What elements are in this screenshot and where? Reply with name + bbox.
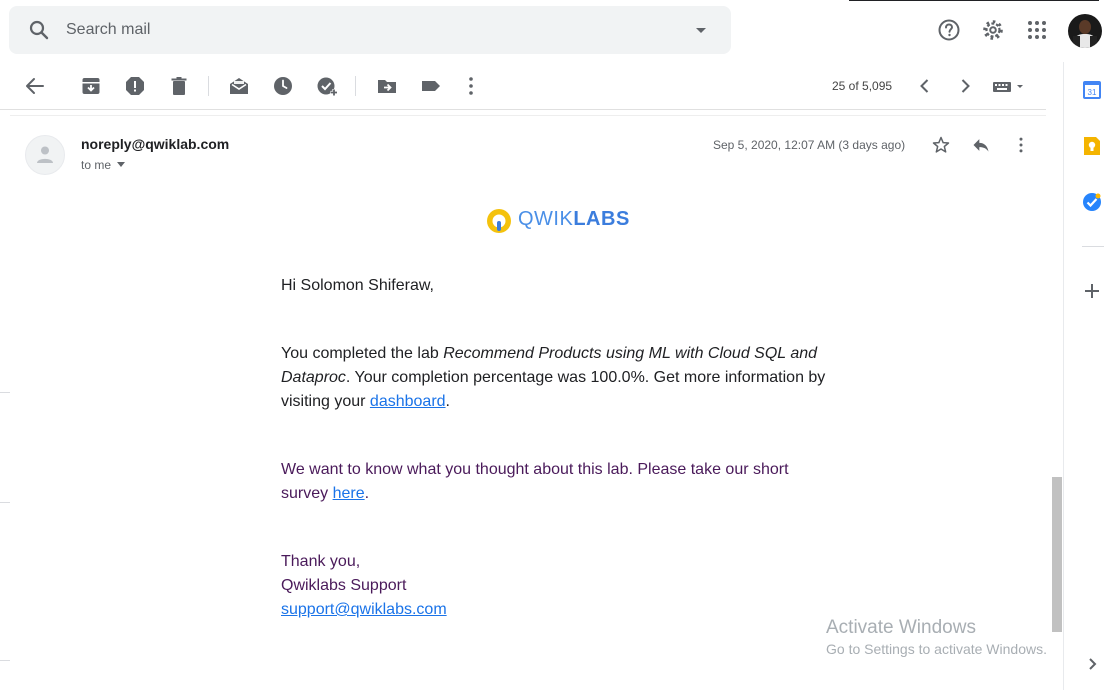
settings-icon[interactable] (981, 18, 1005, 42)
side-panel: 31 (1063, 62, 1116, 690)
message-page-count: 25 of 5,095 (832, 79, 893, 93)
logo-prefix: QWIK (518, 208, 574, 230)
greeting: Hi Solomon Shiferaw, (281, 277, 434, 294)
star-icon[interactable] (931, 135, 951, 155)
newer-chevron-icon[interactable] (913, 74, 937, 98)
add-to-tasks-icon[interactable] (315, 74, 339, 98)
more-vert-icon[interactable] (459, 74, 483, 98)
vertical-scrollbar[interactable] (1052, 477, 1062, 632)
toolbar-divider (355, 76, 356, 96)
snooze-icon[interactable] (271, 74, 295, 98)
calendar-day: 31 (1088, 88, 1097, 97)
message-toolbar: 25 of 5,095 (0, 62, 1046, 110)
older-chevron-icon[interactable] (953, 74, 977, 98)
expand-panel-icon[interactable] (1082, 654, 1102, 674)
p1-end: . (445, 393, 450, 410)
calendar-icon[interactable]: 31 (1082, 80, 1102, 100)
report-spam-icon[interactable] (123, 74, 147, 98)
back-arrow-icon[interactable] (23, 74, 47, 98)
qwiklabs-logo: QWIKLABS (485, 205, 630, 235)
qwiklabs-logo-mark (487, 209, 511, 233)
left-edge-mark (0, 392, 10, 393)
keep-icon[interactable] (1082, 136, 1102, 156)
dashboard-link[interactable]: dashboard (370, 393, 446, 410)
sender-email[interactable]: noreply@qwiklab.com (81, 136, 229, 152)
p2-text: survey (281, 485, 333, 502)
message-more-icon[interactable] (1011, 135, 1031, 155)
recipient-label: to me (81, 158, 112, 172)
p1-text: visiting your (281, 393, 370, 410)
lab-name-line1: Recommend Products using ML with Cloud S… (443, 345, 818, 362)
archive-icon[interactable] (79, 74, 103, 98)
tasks-icon[interactable] (1082, 192, 1102, 212)
logo-suffix: LABS (573, 208, 630, 230)
side-panel-divider (1082, 246, 1104, 247)
signoff-name: Qwiklabs Support (281, 577, 407, 594)
activate-windows-title: Activate Windows (826, 617, 976, 638)
activate-windows-subtitle: Go to Settings to activate Windows. (826, 641, 1047, 657)
apps-grid-icon[interactable] (1025, 18, 1049, 42)
account-avatar[interactable] (1068, 14, 1102, 48)
move-to-icon[interactable] (375, 74, 399, 98)
signoff: Thank you, Qwiklabs Support support@qwik… (281, 550, 447, 622)
search-options-icon[interactable] (695, 25, 707, 37)
search-input[interactable]: Search mail (66, 21, 150, 39)
left-edge-mark (0, 502, 10, 503)
p1-text: . Your completion percentage was 100.0%.… (345, 369, 826, 386)
window-edge-line (849, 0, 1099, 1)
add-addon-icon[interactable] (1082, 281, 1102, 301)
mark-unread-icon[interactable] (227, 74, 251, 98)
avatar-face (1079, 20, 1091, 34)
toolbar-bottom-divider (10, 115, 1046, 116)
show-details-icon[interactable] (117, 162, 126, 167)
support-email-link[interactable]: support@qwiklabs.com (281, 601, 447, 618)
p2-text: We want to know what you thought about t… (281, 461, 789, 478)
delete-icon[interactable] (167, 74, 191, 98)
survey-link[interactable]: here (333, 485, 365, 502)
avatar-jacket (1073, 36, 1097, 48)
person-icon (37, 146, 53, 163)
help-icon[interactable] (937, 18, 961, 42)
survey-paragraph: We want to know what you thought about t… (281, 458, 841, 506)
reply-icon[interactable] (971, 135, 991, 155)
left-edge-mark (0, 660, 10, 661)
qwiklabs-logo-text: QWIKLABS (518, 208, 630, 231)
p2-end: . (364, 485, 370, 502)
lab-name-line2: Dataproc (281, 369, 346, 386)
search-icon[interactable] (27, 18, 51, 42)
top-bar: Search mail (0, 0, 1116, 62)
p1-text: You completed the lab (281, 345, 444, 362)
recipient-details[interactable]: to me (81, 158, 126, 172)
search-bar[interactable]: Search mail (9, 6, 731, 54)
keyboard-icon[interactable] (991, 74, 1027, 98)
message-date: Sep 5, 2020, 12:07 AM (3 days ago) (713, 138, 906, 152)
signoff-line: Thank you, (281, 553, 361, 570)
label-icon[interactable] (419, 74, 443, 98)
toolbar-divider (208, 76, 209, 96)
completion-paragraph: You completed the lab Recommend Products… (281, 342, 841, 414)
sender-avatar[interactable] (25, 135, 65, 175)
